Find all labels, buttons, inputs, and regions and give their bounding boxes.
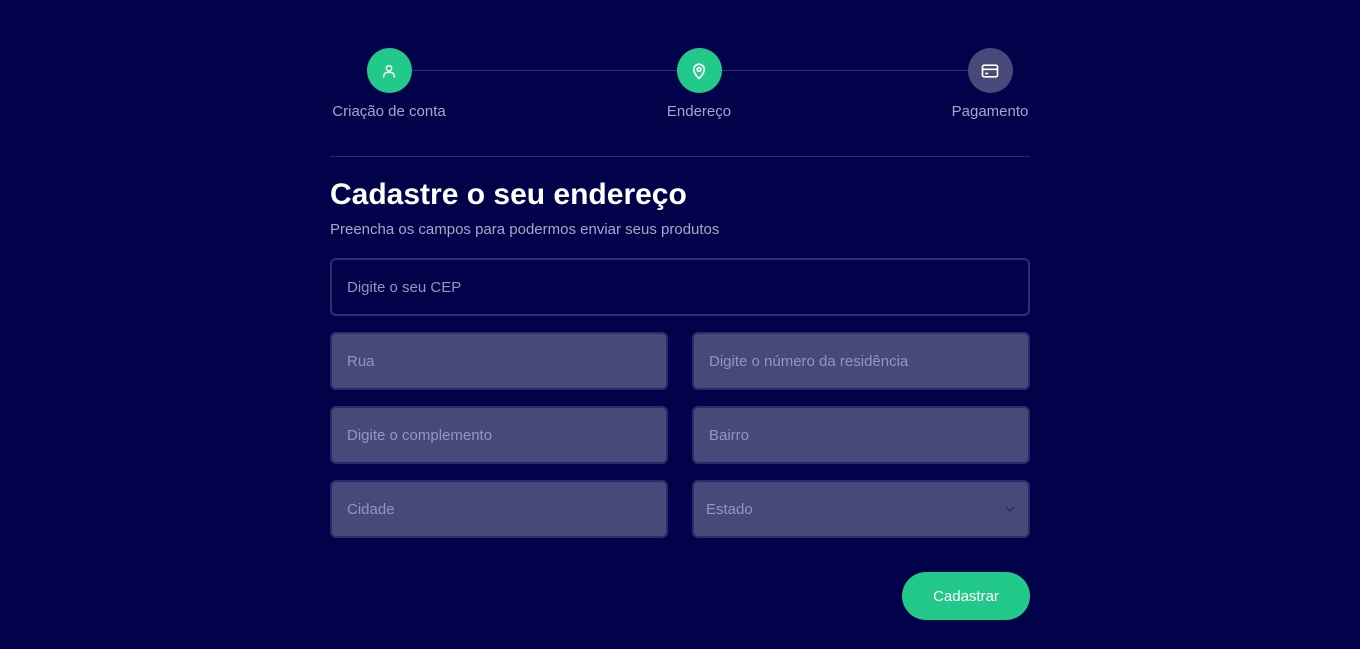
- street-input[interactable]: [330, 332, 668, 390]
- state-select[interactable]: Estado: [692, 480, 1030, 538]
- step-label: Criação de conta: [332, 103, 446, 120]
- submit-button[interactable]: Cadastrar: [902, 572, 1030, 620]
- complement-input[interactable]: [330, 406, 668, 464]
- chevron-down-icon: [1004, 502, 1016, 520]
- page-subtitle: Preencha os campos para podermos enviar …: [330, 221, 720, 238]
- user-icon: [366, 48, 412, 93]
- step-label: Pagamento: [951, 103, 1029, 120]
- step-address: Endereço: [666, 48, 732, 120]
- city-input[interactable]: [330, 480, 668, 538]
- house-number-input[interactable]: [692, 332, 1030, 390]
- step-account-creation: Criação de conta: [330, 48, 448, 120]
- neighborhood-input[interactable]: [692, 406, 1030, 464]
- page-title: Cadastre o seu endereço: [330, 178, 687, 211]
- address-form-page: Criação de conta Endereço Pagamento Cada…: [330, 0, 1030, 620]
- step-label: Endereço: [666, 103, 732, 120]
- credit-card-icon: [967, 48, 1013, 93]
- progress-stepper: Criação de conta Endereço Pagamento: [330, 0, 1030, 157]
- cep-input[interactable]: [330, 258, 1030, 316]
- map-pin-icon: [676, 48, 722, 93]
- state-select-value[interactable]: Estado: [692, 480, 1030, 538]
- step-payment: Pagamento: [950, 48, 1030, 120]
